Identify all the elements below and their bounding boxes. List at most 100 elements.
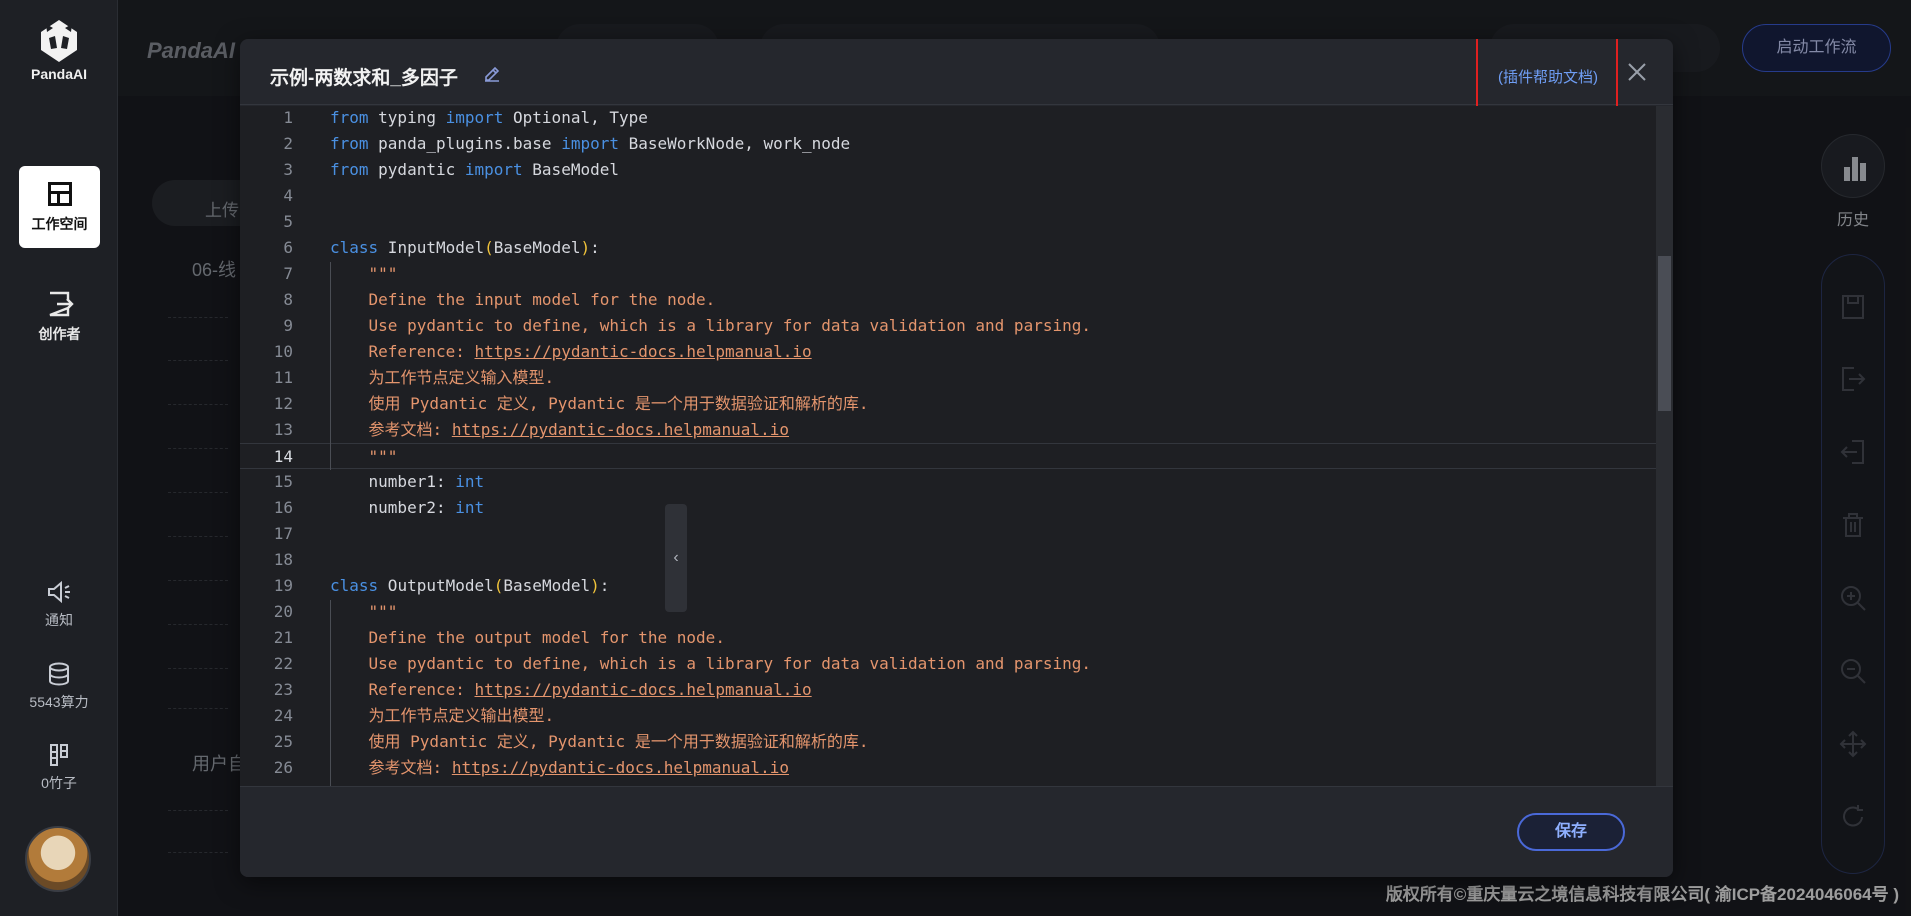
code-line[interactable]: 12 使用 Pydantic 定义, Pydantic 是一个用于数据验证和解析… <box>240 391 1673 417</box>
code-line[interactable]: 25 使用 Pydantic 定义, Pydantic 是一个用于数据验证和解析… <box>240 729 1673 755</box>
code-token: Reference: <box>330 680 475 699</box>
code-token: int <box>455 472 485 491</box>
sidebar-item-label: 通知 <box>45 612 73 628</box>
line-number: 3 <box>283 160 293 179</box>
code-line[interactable]: 10 Reference: https://pydantic-docs.help… <box>240 339 1673 365</box>
code-line[interactable]: 18 <box>240 547 1673 573</box>
line-number: 20 <box>273 602 293 621</box>
code-link[interactable]: https://pydantic-docs.helpmanual.io <box>475 680 812 699</box>
sidebar-item-workspace[interactable]: 工作空间 <box>19 166 100 248</box>
code-line[interactable]: 26 参考文档: https://pydantic-docs.helpmanua… <box>240 755 1673 781</box>
code-token: BaseModel <box>493 238 581 257</box>
line-number: 26 <box>273 758 293 777</box>
panda-logo-icon <box>41 20 77 62</box>
code-text: class OutputModel(BaseModel): <box>330 573 609 599</box>
code-line[interactable]: 22 Use pydantic to define, which is a li… <box>240 651 1673 677</box>
code-editor[interactable]: 1 from typing import Optional, Type 2 from … <box>240 106 1673 786</box>
collapse-panel-button[interactable]: ‹ <box>665 504 687 612</box>
code-line[interactable]: 17 <box>240 521 1673 547</box>
code-token: OutputModel <box>378 576 494 595</box>
pencil-icon[interactable] <box>482 63 502 83</box>
code-token: panda_plugins.base <box>368 134 562 153</box>
code-line[interactable]: 21 Define the output model for the node. <box>240 625 1673 651</box>
code-line[interactable]: 9 Use pydantic to define, which is a lib… <box>240 313 1673 339</box>
code-token: pydantic <box>368 160 465 179</box>
logo-text: PandaAI <box>30 66 87 82</box>
code-text: 使用 Pydantic 定义, Pydantic 是一个用于数据验证和解析的库. <box>330 391 869 417</box>
sidebar-item-label: 工作空间 <box>31 216 88 232</box>
logo[interactable]: PandaAI <box>0 18 118 82</box>
avatar[interactable] <box>25 826 91 892</box>
code-token: class <box>330 238 379 257</box>
code-token: 为工作节点定义输出模型. <box>330 706 555 725</box>
code-token: Define the input model for the node. <box>330 290 716 309</box>
close-icon[interactable] <box>1626 61 1648 83</box>
line-number: 1 <box>283 108 293 127</box>
code-line[interactable]: 8 Define the input model for the node. <box>240 287 1673 313</box>
code-line[interactable]: 1 from typing import Optional, Type <box>240 106 1673 131</box>
code-line[interactable]: 5 <box>240 209 1673 235</box>
code-line[interactable]: 15 number1: int <box>240 469 1673 495</box>
line-number: 6 <box>283 238 293 257</box>
code-text: number2: int <box>330 495 485 521</box>
code-text: 为工作节点定义输入模型. <box>330 365 555 391</box>
speaker-icon <box>48 580 70 604</box>
scrollbar-thumb[interactable] <box>1658 256 1671 411</box>
code-text: number1: int <box>330 469 485 495</box>
code-line[interactable]: 14 """ <box>240 443 1673 469</box>
sidebar-item-bamboo[interactable]: 0竹子 <box>0 743 118 793</box>
code-text: Define the output model for the node. <box>330 625 725 651</box>
code-token: Use pydantic to define, which is a libra… <box>330 654 1091 673</box>
code-token: import <box>561 134 619 153</box>
line-number: 13 <box>273 420 293 439</box>
code-token: """ <box>330 447 398 466</box>
code-text: """ <box>330 261 398 287</box>
line-number: 9 <box>283 316 293 335</box>
code-line[interactable]: 20 """ <box>240 599 1673 625</box>
code-line[interactable]: 7 """ <box>240 261 1673 287</box>
code-line[interactable]: 13 参考文档: https://pydantic-docs.helpmanua… <box>240 417 1673 443</box>
line-number: 24 <box>273 706 293 725</box>
code-token: ) <box>580 238 591 257</box>
code-line[interactable]: 16 number2: int <box>240 495 1673 521</box>
modal-title: 示例-两数求和_多因子 <box>270 68 458 89</box>
line-number: 18 <box>273 550 293 569</box>
code-line[interactable]: 11 为工作节点定义输入模型. <box>240 365 1673 391</box>
code-link[interactable]: https://pydantic-docs.helpmanual.io <box>475 342 812 361</box>
code-token: 参考文档: <box>330 420 452 439</box>
exit-box-icon <box>49 291 74 317</box>
sidebar-item-notify[interactable]: 通知 <box>0 580 118 630</box>
code-token: from <box>330 134 369 153</box>
line-number: 25 <box>273 732 293 751</box>
code-line[interactable]: 24 为工作节点定义输出模型. <box>240 703 1673 729</box>
code-line[interactable]: 6 class InputModel(BaseModel): <box>240 235 1673 261</box>
code-token: number2: <box>330 498 456 517</box>
indent-guide <box>330 262 331 470</box>
code-line[interactable]: 3 from pydantic import BaseModel <box>240 157 1673 183</box>
sidebar-item-label: 创作者 <box>38 326 81 342</box>
code-token: 为工作节点定义输入模型. <box>330 368 555 387</box>
scrollbar[interactable] <box>1656 106 1673 786</box>
line-number: 12 <box>273 394 293 413</box>
code-line[interactable]: 4 <box>240 183 1673 209</box>
code-token: number1: <box>330 472 456 491</box>
save-button[interactable]: 保存 <box>1517 813 1625 851</box>
code-link[interactable]: https://pydantic-docs.helpmanual.io <box>452 420 789 439</box>
code-line[interactable]: 2 from panda_plugins.base import BaseWork… <box>240 131 1673 157</box>
code-token: from <box>330 160 369 179</box>
code-token: import <box>445 108 504 127</box>
code-token: ( <box>493 576 504 595</box>
code-link[interactable]: https://pydantic-docs.helpmanual.io <box>452 758 789 777</box>
line-number: 23 <box>273 680 293 699</box>
code-text: from pydantic import BaseModel <box>330 157 619 183</box>
code-line[interactable]: 23 Reference: https://pydantic-docs.help… <box>240 677 1673 703</box>
code-token: 使用 Pydantic 定义, Pydantic 是一个用于数据验证和解析的库. <box>330 394 869 413</box>
code-line[interactable]: 19 class OutputModel(BaseModel): <box>240 573 1673 599</box>
code-token: ( <box>484 238 494 257</box>
code-token: class <box>330 576 379 595</box>
code-token: int <box>455 498 485 517</box>
code-text: """ <box>330 599 398 625</box>
code-token: typing <box>368 108 446 127</box>
sidebar-item-creator[interactable]: 创作者 <box>19 290 100 344</box>
sidebar-item-compute[interactable]: 5543算力 <box>0 662 118 712</box>
